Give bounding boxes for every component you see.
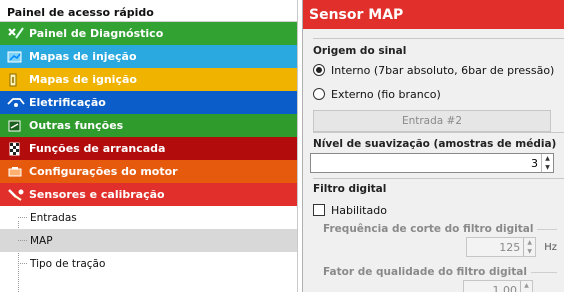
subitem-label: Entradas (30, 211, 77, 224)
divider (313, 132, 564, 133)
filter-enabled-row[interactable]: Habilitado (313, 200, 564, 220)
category-label: Painel de Diagnóstico (29, 27, 164, 40)
subitem-label: Tipo de tração (30, 257, 106, 270)
input-selector-button[interactable]: Entrada #2 (313, 110, 551, 132)
injection-map-icon (6, 49, 26, 65)
category-label: Configurações do motor (29, 165, 178, 178)
subitem-map[interactable]: MAP (0, 229, 297, 252)
category-sensors-calibration[interactable]: Sensores e calibração (0, 183, 297, 206)
engine-icon (6, 164, 26, 180)
panel-title: Sensor MAP (303, 0, 564, 29)
subitem-traction-type[interactable]: Tipo de tração (0, 252, 297, 275)
filter-enabled-label: Habilitado (331, 203, 387, 217)
category-label: Sensores e calibração (29, 188, 165, 201)
radio-internal-label: Interno (7bar absoluto, 6bar de pressão) (331, 63, 555, 77)
divider (313, 178, 564, 179)
other-functions-icon (6, 118, 26, 134)
sensor-icon (6, 187, 26, 203)
category-label: Eletrificação (29, 96, 106, 109)
category-other-functions[interactable]: Outras funções (0, 114, 297, 137)
stepper-arrows-icon[interactable]: ▲▼ (520, 281, 532, 292)
digital-filter-title: Filtro digital (313, 183, 387, 195)
electrical-icon (6, 95, 26, 111)
stepper-arrows-icon[interactable]: ▲▼ (541, 154, 553, 172)
category-diagnostic-panel[interactable]: Painel de Diagnóstico (0, 22, 297, 45)
signal-origin-group: Origem do sinal Interno (7bar absoluto, … (313, 45, 564, 132)
cutoff-frequency-value[interactable]: 125 (499, 241, 523, 254)
sensor-map-panel: Sensor MAP Origem do sinal Interno (7bar… (302, 0, 564, 292)
smoothing-title: Nível de suavização (amostras de média) (313, 138, 557, 150)
radio-internal-row[interactable]: Interno (7bar absoluto, 6bar de pressão) (313, 60, 564, 80)
quality-factor-value[interactable]: 1,00 (493, 284, 521, 292)
cutoff-frequency-label: Frequência de corte do filtro digital (323, 223, 557, 235)
ignition-map-icon (6, 72, 26, 88)
smoothing-stepper[interactable]: 3 ▲ ▼ (310, 153, 554, 173)
smoothing-value[interactable]: 3 (531, 157, 541, 170)
radio-external-label: Externo (fio branco) (331, 87, 441, 101)
quality-factor-stepper[interactable]: 1,00 ▲▼ (463, 280, 533, 292)
digital-filter-group: Filtro digital Habilitado Frequência de … (313, 183, 564, 292)
radio-external[interactable] (313, 88, 325, 100)
category-label: Mapas de ignição (29, 73, 137, 86)
divider (313, 38, 564, 39)
quality-factor-label: Fator de qualidade do filtro digital (323, 266, 557, 278)
category-injection-maps[interactable]: Mapas de injeção (0, 45, 297, 68)
signal-origin-title: Origem do sinal (313, 45, 407, 57)
category-drag-race-functions[interactable]: Funções de arrancada (0, 137, 297, 160)
stepper-arrows-icon[interactable]: ▲▼ (523, 238, 535, 256)
category-electrification[interactable]: Eletrificação (0, 91, 297, 114)
radio-external-row[interactable]: Externo (fio branco) (313, 84, 564, 104)
subitem-inputs[interactable]: Entradas (0, 206, 297, 229)
drag-race-icon (6, 141, 26, 157)
smoothing-group: Nível de suavização (amostras de média) … (310, 138, 564, 173)
subitem-label: MAP (30, 234, 53, 247)
filter-enabled-checkbox[interactable] (313, 204, 325, 216)
category-label: Outras funções (29, 119, 124, 132)
category-label: Mapas de injeção (29, 50, 137, 63)
radio-internal[interactable] (313, 64, 325, 76)
category-label: Funções de arrancada (29, 142, 166, 155)
cutoff-frequency-stepper[interactable]: 125 ▲ ▼ (466, 237, 537, 257)
quick-access-title: Painel de acesso rápido (0, 0, 297, 22)
quick-access-panel: Painel de acesso rápido Painel de Diagnó… (0, 0, 298, 292)
diagnostic-icon (6, 26, 26, 42)
category-ignition-maps[interactable]: Mapas de ignição (0, 68, 297, 91)
category-engine-settings[interactable]: Configurações do motor (0, 160, 297, 183)
cutoff-unit: Hz (544, 241, 557, 253)
